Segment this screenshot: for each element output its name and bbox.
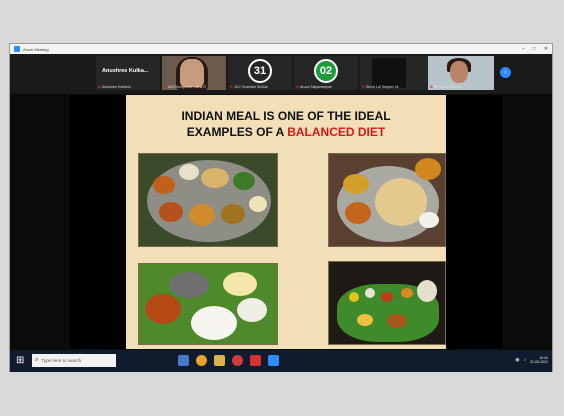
slide-title-highlight: BALANCED DIET [287, 125, 386, 139]
close-button[interactable]: ✕ [544, 46, 548, 52]
muted-mic-icon: ✖ [362, 85, 365, 89]
file-explorer-icon[interactable] [178, 355, 189, 366]
presentation-slide: INDIAN MEAL IS ONE OF THE IDEAL EXAMPLES… [126, 95, 446, 349]
search-placeholder: Type here to search [41, 358, 82, 363]
network-icon[interactable]: ◉ [515, 357, 519, 363]
shared-screen: Zoom Meeting – □ ✕ Anushree Kulka... ✖An… [9, 43, 553, 372]
participant-name: PR Usha Sharma [433, 85, 462, 89]
participant-tile[interactable]: 02 ✖Aruna Satyanarayan [294, 56, 358, 90]
edge-icon[interactable] [232, 355, 243, 366]
window-controls: – □ ✕ [522, 46, 548, 52]
search-icon: ⌕ [35, 357, 39, 363]
muted-mic-icon: ✖ [430, 85, 433, 89]
taskbar-clock[interactable]: 10:41 21-05-2021 [530, 356, 548, 364]
participant-name: Anil Deshpande Latha R [167, 85, 206, 89]
roti-plate-photo [328, 153, 446, 247]
pdf-icon[interactable] [250, 355, 261, 366]
windows-icon[interactable]: ⊞ [16, 355, 24, 366]
participant-display-name: Anushree Kulka... [102, 68, 149, 74]
muted-mic-icon: ✖ [230, 85, 233, 89]
zoom-title-bar: Zoom Meeting – □ ✕ [10, 44, 552, 54]
windows-taskbar: ⊞ ⌕ Type here to search ◉ ♪ 10:41 21-05-… [10, 350, 552, 372]
participant-tile[interactable]: ✖Anil Deshpande Latha R [162, 56, 226, 90]
participant-avatar-badge: 31 [248, 59, 272, 83]
participant-name: 18.2 Chandan Shukla [233, 85, 268, 89]
muted-mic-icon: ✖ [164, 85, 167, 89]
slide-title-line-1: INDIAN MEAL IS ONE OF THE IDEAL [181, 109, 391, 123]
maximize-button[interactable]: □ [533, 46, 536, 52]
participant-video [372, 58, 406, 88]
window-title: Zoom Meeting [23, 46, 49, 52]
minimize-button[interactable]: – [522, 46, 525, 52]
participant-gallery: Anushree Kulka... ✖Anushree Kulkarni ✖An… [10, 54, 552, 94]
participant-tile[interactable]: ✖Shruti Lal Sanjeev M... [360, 56, 430, 90]
thali-photo [138, 153, 278, 247]
participant-name: Shruti Lal Sanjeev M... [365, 85, 402, 89]
volume-icon[interactable]: ♪ [524, 357, 527, 363]
zoom-icon[interactable] [268, 355, 279, 366]
chrome-icon[interactable] [196, 355, 207, 366]
pinned-apps [178, 355, 279, 366]
chevron-right-icon[interactable]: › [500, 67, 511, 78]
participant-tile[interactable]: Anushree Kulka... ✖Anushree Kulkarni [96, 56, 160, 90]
taskbar-search-input[interactable]: ⌕ Type here to search [32, 354, 116, 367]
participant-tile[interactable]: 31 ✖18.2 Chandan Shukla [228, 56, 292, 90]
muted-mic-icon: ✖ [296, 85, 299, 89]
participant-tile[interactable]: ✖PR Usha Sharma [428, 56, 494, 90]
participant-name: Anushree Kulkarni [101, 85, 131, 89]
clock-date: 21-05-2021 [530, 360, 548, 364]
system-tray: ◉ ♪ 10:41 21-05-2021 [515, 356, 548, 364]
muted-mic-icon: ✖ [98, 85, 101, 89]
folder-icon[interactable] [214, 355, 225, 366]
screen-share-view: INDIAN MEAL IS ONE OF THE IDEAL EXAMPLES… [70, 95, 502, 349]
banana-leaf-meal-photo [138, 263, 278, 345]
slide-title-line-2: EXAMPLES OF A [186, 125, 288, 139]
slide-title: INDIAN MEAL IS ONE OF THE IDEAL EXAMPLES… [126, 108, 446, 140]
participant-avatar-badge: 02 [314, 59, 338, 83]
participant-name: Aruna Satyanarayan [299, 85, 332, 89]
zoom-app-icon [14, 46, 20, 52]
leaf-platter-photo [328, 261, 446, 345]
